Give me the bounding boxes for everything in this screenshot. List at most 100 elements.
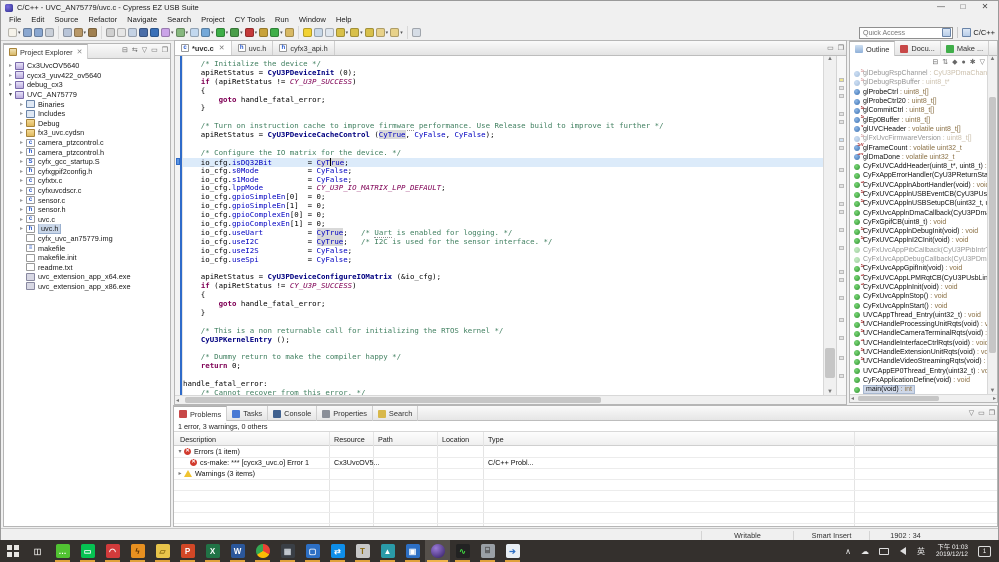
tree-item-uvc-extension-app-x64-exe[interactable]: uvc_extension_app_x64.exe [4, 272, 170, 282]
terminal-icon[interactable] [139, 27, 149, 39]
chrome-taskbar-icon[interactable] [250, 540, 275, 562]
search-c-icon[interactable]: ▾ [201, 27, 214, 39]
coverage-icon[interactable] [259, 27, 269, 39]
outline-item-uvchandleprocessingunitrqts[interactable]: SUVCHandleProcessingUnitRqts(void) : voi… [852, 320, 987, 329]
editor-horizontal-scrollbar[interactable]: ◂ [175, 395, 846, 404]
code-line[interactable]: goto handle_fatal_error; [183, 95, 823, 105]
outline-item-cyfxuvcapplnstop[interactable]: CyFxUvcApplnStop() : void [852, 292, 987, 301]
column-header-description[interactable]: Description [180, 435, 216, 444]
tree-item-uvc-h[interactable]: ▸ h uvc.h [4, 224, 170, 234]
annotation-marker[interactable] [839, 374, 844, 378]
hide-static-icon[interactable]: ● [962, 59, 966, 66]
build-icon[interactable]: ▾ [73, 27, 86, 39]
volume-icon[interactable] [900, 547, 906, 555]
outline-item-cyfxuvcappgpifinit[interactable]: S CyFxUvcAppGpifInit(void) : void [852, 264, 987, 273]
outline-item-cyfxuvcaddheader[interactable]: CyFxUVCAddHeader(uint8_t*, uint8_t) : vo… [852, 162, 987, 171]
outline-item-uvchandlevideostreamingrqts[interactable]: SUVCHandleVideoStreamingRqts(void) : voi… [852, 357, 987, 366]
outline-item-cyfxapperrorhandler[interactable]: CyFxAppErrorHandler(CyU3PReturnStatus_t)… [852, 171, 987, 180]
maximize-view-icon[interactable]: ❐ [162, 46, 168, 54]
prev-annotation-icon[interactable]: ▾ [350, 27, 363, 39]
collapse-all-icon[interactable]: ⊟ [122, 46, 128, 54]
annotation-marker[interactable] [839, 120, 844, 124]
outline-item-cyfxuvcapplnstart[interactable]: CyFxUvcApplnStart() : void [852, 301, 987, 310]
bottom-tab-search[interactable]: Search [373, 406, 419, 421]
column-header-resource[interactable]: Resource [334, 435, 365, 444]
minimize-button[interactable]: — [930, 1, 952, 13]
annotation-marker[interactable] [839, 270, 844, 274]
show-whitespace-icon[interactable] [324, 27, 334, 39]
tree-item-cyfxtx-c[interactable]: ▸ c cyfxtx.c [4, 176, 170, 186]
annotation-marker[interactable] [839, 146, 844, 150]
pin-editor-icon[interactable] [411, 27, 421, 39]
menu-item-source[interactable]: Source [49, 14, 83, 25]
annotation-marker[interactable] [839, 184, 844, 188]
expand-arrow-icon[interactable]: ▸ [18, 197, 25, 204]
new-project-icon[interactable]: ▾ [161, 27, 174, 39]
minimize-editor-icon[interactable]: ▭ [827, 44, 834, 52]
outline-tab-docu[interactable]: Docu... [895, 41, 941, 56]
quick-access-input[interactable] [859, 27, 953, 39]
outline-item-glfxuvcfirmwareversion[interactable]: SglFxUvcFirmwareVersion : uint8_t[] [852, 134, 987, 143]
outline-item-uvchandleinterfacectrlrqts[interactable]: S UVCHandleInterfaceCtrlRqts(void) : void [852, 339, 987, 348]
expand-arrow-icon[interactable]: ▸ [18, 139, 25, 146]
expand-arrow-icon[interactable]: ▸ [18, 110, 25, 117]
expand-arrow-icon[interactable]: ▸ [18, 120, 25, 127]
view-menu-icon[interactable]: ▽ [969, 409, 974, 417]
menu-item-navigate[interactable]: Navigate [122, 14, 162, 25]
maximize-view-icon[interactable]: ❐ [989, 409, 995, 417]
annotation-marker[interactable] [839, 356, 844, 360]
outline-item-cyfxuvcapppibcallback[interactable]: CyFxUvcAppPibCallback(CyU3PPibIntrType, … [852, 246, 987, 255]
annotation-marker[interactable] [839, 318, 844, 322]
profile-icon[interactable]: ▾ [244, 27, 257, 39]
outline-horizontal-scrollbar[interactable]: ◂ ▸ [850, 394, 997, 402]
outline-item-glprobectrl20[interactable]: glProbeCtrl20 : uint8_t[] [852, 97, 987, 106]
expand-arrow-icon[interactable]: ▸ [176, 470, 184, 477]
teamviewer-taskbar-icon[interactable]: ⇄ [325, 540, 350, 562]
menu-item-file[interactable]: File [4, 14, 26, 25]
tree-item-uvc-c[interactable]: ▸ c uvc.c [4, 215, 170, 225]
cut-icon[interactable] [106, 27, 116, 39]
next-annotation-icon[interactable]: ▾ [335, 27, 348, 39]
tree-item-sensor-h[interactable]: ▸ h sensor.h [4, 205, 170, 215]
expand-arrow-icon[interactable]: ▸ [18, 225, 25, 232]
outline-item-glep0buffer[interactable]: SglEp0Buffer : uint8_t[] [852, 115, 987, 124]
menu-item-window[interactable]: Window [294, 14, 331, 25]
tray-expand-icon[interactable]: ∧ [845, 547, 851, 556]
open-perspective-icon[interactable] [942, 28, 952, 37]
outline-item-cyfxuvcapplnusbeventcb[interactable]: SCyFxUVCApplnUSBEventCB(CyU3PUsbEventTyp… [852, 190, 987, 199]
title-bar[interactable]: C/C++ - UVC_AN75779/uvc.c - Cypress EZ U… [1, 1, 998, 14]
minimize-view-icon[interactable]: ▭ [151, 46, 158, 54]
scroll-thumb[interactable] [185, 397, 602, 403]
tree-item-sensor-c[interactable]: ▸ c sensor.c [4, 195, 170, 205]
tree-item-binaries[interactable]: ▸ Binaries [4, 99, 170, 109]
code-line[interactable]: if (apiRetStatus != CY_U3P_SUCCESS) [183, 281, 823, 291]
build-all-icon[interactable] [88, 27, 98, 39]
annotation-marker[interactable] [839, 210, 844, 214]
tree-item-cyfxgpif2config-h[interactable]: ▸ h cyfxgpif2config.h [4, 167, 170, 177]
expand-arrow-icon[interactable]: ▸ [18, 187, 25, 194]
tree-item-debug[interactable]: ▸ Debug [4, 119, 170, 129]
tab-project-explorer[interactable]: Project Explorer ✕ [4, 44, 89, 59]
clock[interactable]: 下午 01:03 2019/12/12 [936, 544, 968, 559]
new-class-icon[interactable]: ▾ [175, 27, 188, 39]
highlight-icon[interactable] [302, 27, 312, 39]
expand-arrow-icon[interactable]: ▸ [18, 216, 25, 223]
cpp-perspective-icon[interactable] [962, 28, 972, 37]
hide-fields-icon[interactable]: ◆ [952, 58, 957, 66]
expand-arrow-icon[interactable]: ▸ [7, 72, 14, 79]
outline-vertical-scrollbar[interactable]: ▲ ▼ [987, 56, 997, 394]
expand-arrow-icon[interactable]: ▸ [18, 149, 25, 156]
calculator-taskbar-icon[interactable]: ▦ [275, 540, 300, 562]
annotation-marker[interactable] [839, 278, 844, 282]
scroll-up-icon[interactable]: ▲ [824, 56, 836, 62]
code-line[interactable]: } [183, 308, 823, 318]
expand-arrow-icon[interactable]: ▸ [18, 177, 25, 184]
back-icon[interactable]: ▾ [375, 27, 388, 39]
scroll-thumb[interactable] [825, 347, 835, 379]
outline-item-glprobectrl[interactable]: glProbeCtrl : uint8_t[] [852, 88, 987, 97]
outline-item-gldmadone[interactable]: SV glDmaDone : volatile uint32_t [852, 153, 987, 162]
outline-item-uvchandleextensionunitrqts[interactable]: SUVCHandleExtensionUnitRqts(void) : void [852, 348, 987, 357]
bottom-tab-properties[interactable]: Properties [317, 406, 373, 421]
menu-item-search[interactable]: Search [162, 14, 196, 25]
tree-item-debug-cx3[interactable]: ▸ debug_cx3 [4, 80, 170, 90]
